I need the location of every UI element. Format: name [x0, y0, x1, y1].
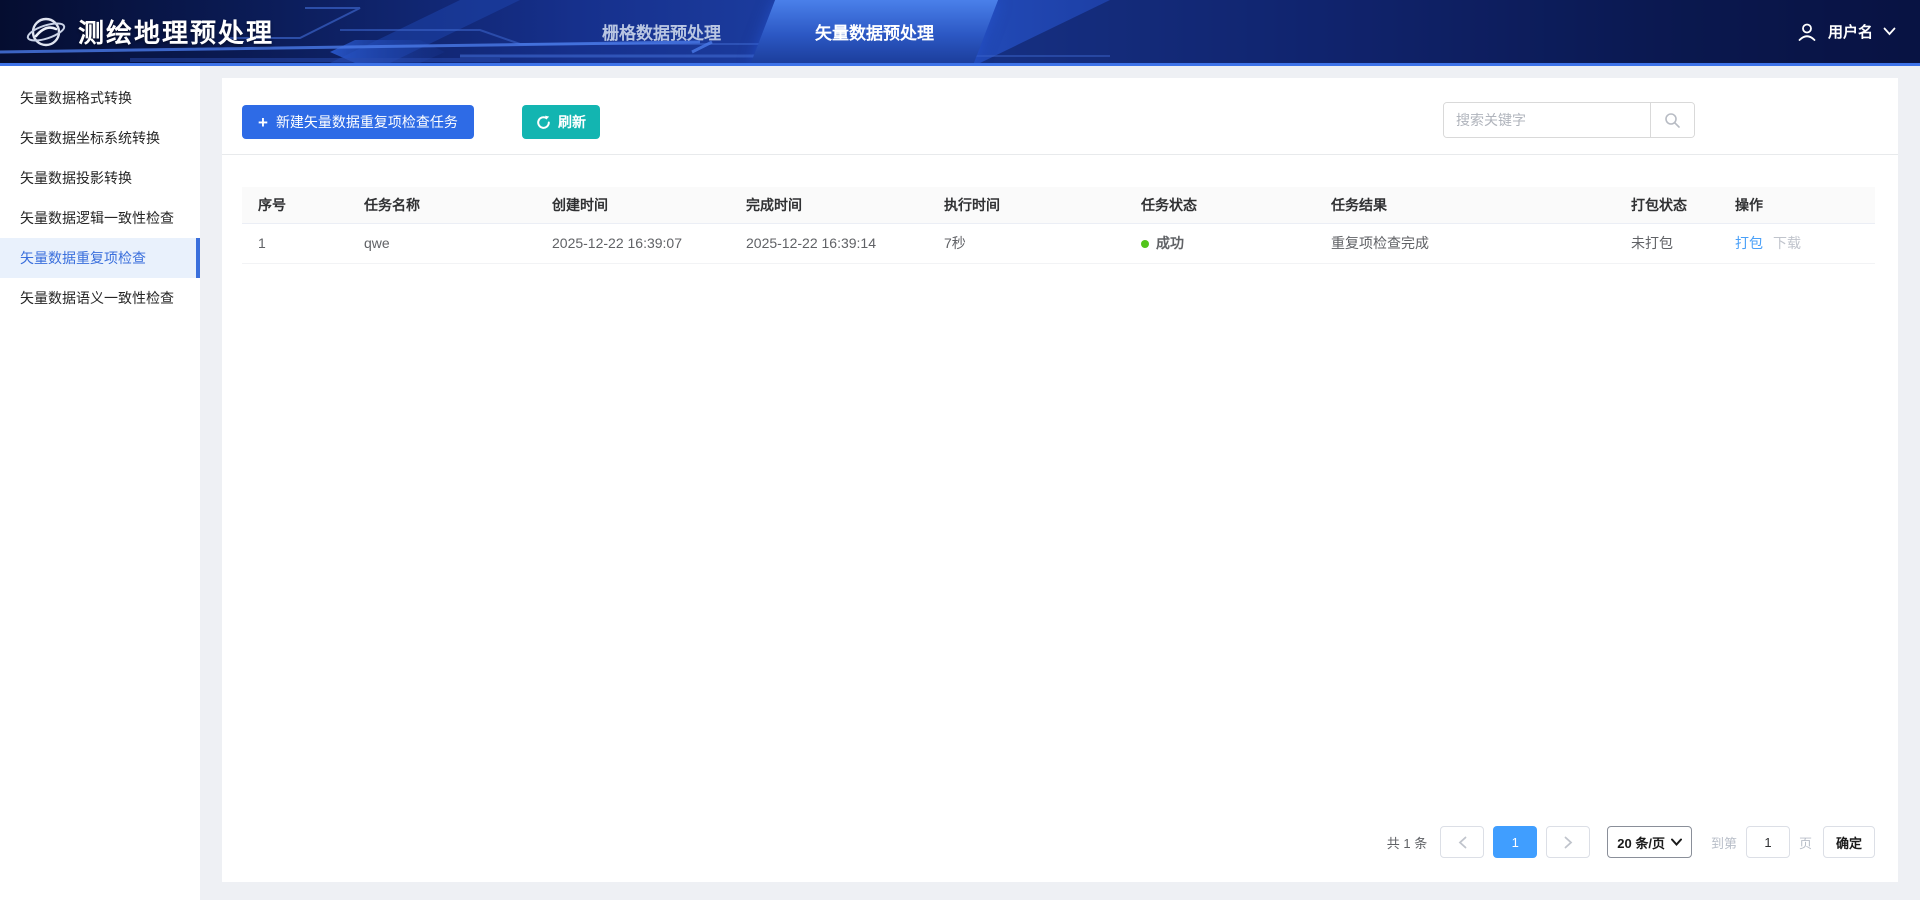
download-link[interactable]: 下载 [1773, 235, 1801, 251]
main-panel: + 新建矢量数据重复项检查任务 刷新 [222, 78, 1898, 882]
search-input[interactable] [1444, 103, 1650, 137]
cell-pack-status: 未打包 [1615, 223, 1719, 263]
pagination-total: 共 1 条 [1387, 833, 1427, 852]
table-row: 1 qwe 2025-12-22 16:39:07 2025-12-22 16:… [242, 223, 1875, 263]
new-task-button[interactable]: + 新建矢量数据重复项检查任务 [242, 105, 474, 139]
cell-exec-time: 7秒 [928, 223, 1125, 263]
cell-actions: 打包下载 [1719, 223, 1875, 263]
cell-task-name: qwe [348, 223, 536, 263]
chevron-down-icon [1883, 27, 1896, 36]
refresh-button[interactable]: 刷新 [522, 105, 600, 139]
app-header: 测绘地理预处理 栅格数据预处理 矢量数据预处理 用户名 [0, 0, 1920, 66]
goto-prefix-label: 到第 [1711, 833, 1737, 852]
sidebar-item-coordinate-conversion[interactable]: 矢量数据坐标系统转换 [0, 118, 200, 158]
sidebar-item-duplicate-check[interactable]: 矢量数据重复项检查 [0, 238, 200, 278]
pagination: 共 1 条 1 20 条/页 到第 页 确定 [1387, 826, 1875, 858]
top-tabs: 栅格数据预处理 矢量数据预处理 [560, 0, 986, 63]
sidebar-item-logic-consistency-check[interactable]: 矢量数据逻辑一致性检查 [0, 198, 200, 238]
next-page-button[interactable] [1546, 826, 1590, 858]
task-table: 序号 任务名称 创建时间 完成时间 执行时间 任务状态 任务结果 打包状态 操作… [242, 187, 1875, 264]
select-chevron-down-icon [1671, 838, 1682, 846]
col-finished-time: 完成时间 [730, 187, 928, 223]
user-icon [1796, 21, 1818, 43]
col-pack-status: 打包状态 [1615, 187, 1719, 223]
chevron-right-icon [1564, 836, 1573, 849]
prev-page-button[interactable] [1440, 826, 1484, 858]
logo: 测绘地理预处理 [26, 0, 274, 63]
goto-suffix-label: 页 [1799, 833, 1812, 852]
tab-raster-preprocessing[interactable]: 栅格数据预处理 [560, 0, 763, 63]
sidebar-item-projection-conversion[interactable]: 矢量数据投影转换 [0, 158, 200, 198]
page-number-1[interactable]: 1 [1493, 826, 1537, 858]
cell-created-time: 2025-12-22 16:39:07 [536, 223, 730, 263]
search-icon [1664, 112, 1681, 129]
goto-page-input[interactable] [1746, 826, 1790, 858]
cell-finished-time: 2025-12-22 16:39:14 [730, 223, 928, 263]
col-actions: 操作 [1719, 187, 1875, 223]
logo-globe-icon [26, 12, 66, 52]
search-button[interactable] [1650, 103, 1694, 137]
pack-link[interactable]: 打包 [1735, 235, 1763, 251]
chevron-left-icon [1458, 836, 1467, 849]
sidebar-item-semantic-consistency-check[interactable]: 矢量数据语义一致性检查 [0, 278, 200, 318]
user-name: 用户名 [1828, 21, 1873, 42]
col-task-status: 任务状态 [1125, 187, 1315, 223]
col-task-name: 任务名称 [348, 187, 536, 223]
cell-task-status: 成功 [1125, 223, 1315, 263]
col-task-result: 任务结果 [1315, 187, 1615, 223]
search-group [1443, 102, 1695, 138]
app-title: 测绘地理预处理 [78, 13, 274, 50]
page-size-select[interactable]: 20 条/页 [1607, 826, 1692, 858]
plus-icon: + [258, 114, 268, 131]
goto-confirm-button[interactable]: 确定 [1823, 826, 1875, 858]
cell-task-result: 重复项检查完成 [1315, 223, 1615, 263]
col-index: 序号 [242, 187, 348, 223]
sidebar: 矢量数据格式转换 矢量数据坐标系统转换 矢量数据投影转换 矢量数据逻辑一致性检查… [0, 66, 200, 900]
cell-index: 1 [242, 223, 348, 263]
col-exec-time: 执行时间 [928, 187, 1125, 223]
tab-vector-preprocessing[interactable]: 矢量数据预处理 [763, 0, 986, 63]
status-success-dot [1141, 240, 1149, 248]
task-table-wrap: 序号 任务名称 创建时间 完成时间 执行时间 任务状态 任务结果 打包状态 操作… [222, 155, 1898, 264]
sidebar-item-format-conversion[interactable]: 矢量数据格式转换 [0, 78, 200, 118]
user-menu[interactable]: 用户名 [1796, 0, 1896, 63]
col-created-time: 创建时间 [536, 187, 730, 223]
refresh-icon [536, 115, 551, 130]
toolbar: + 新建矢量数据重复项检查任务 刷新 [222, 78, 1898, 155]
table-header-row: 序号 任务名称 创建时间 完成时间 执行时间 任务状态 任务结果 打包状态 操作 [242, 187, 1875, 223]
